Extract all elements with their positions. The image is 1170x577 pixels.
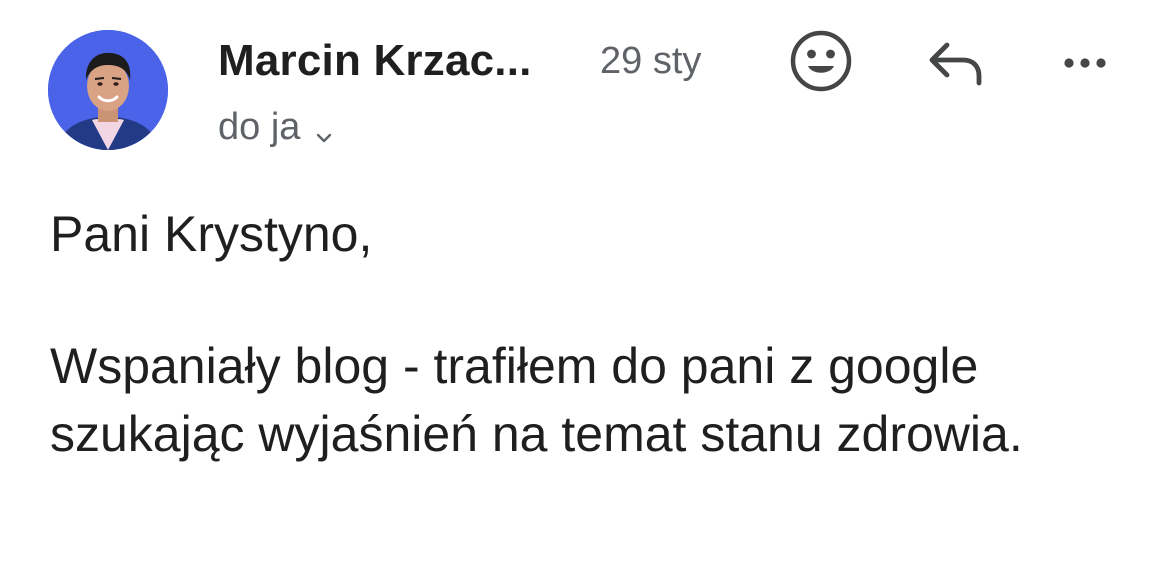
sender-name: Marcin Krzac...: [218, 36, 532, 85]
sender-avatar[interactable]: [48, 30, 168, 150]
email-header: Marcin Krzac... 29 sty do ja: [0, 0, 1170, 170]
email-body: Pani Krystyno, Wspaniały blog - trafiłem…: [50, 200, 1130, 468]
more-options-button[interactable]: [1050, 30, 1120, 100]
more-horizontal-icon: [1055, 48, 1115, 83]
email-body-paragraph: Wspaniały blog - trafiłem do pani z goog…: [50, 338, 1023, 462]
chevron-down-icon: [314, 115, 334, 142]
add-reaction-button[interactable]: [786, 28, 856, 98]
reply-icon: [923, 31, 987, 100]
email-greeting: Pani Krystyno,: [50, 206, 373, 262]
recipient-toggle[interactable]: do ja: [218, 106, 334, 149]
reply-button[interactable]: [920, 30, 990, 100]
smiley-icon: [788, 28, 854, 99]
email-date: 29 sty: [600, 40, 702, 82]
avatar-photo: [48, 30, 168, 150]
recipient-label: do ja: [218, 106, 301, 148]
